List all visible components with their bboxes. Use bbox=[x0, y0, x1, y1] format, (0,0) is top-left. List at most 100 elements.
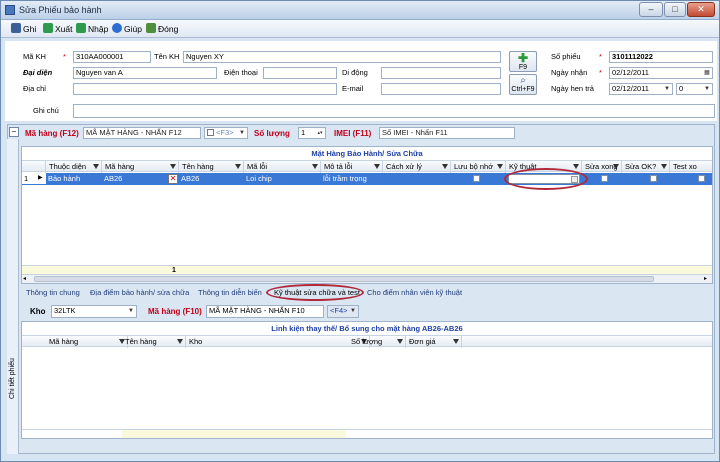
so-luong-stepper[interactable]: 1 ▴▾ bbox=[298, 127, 326, 139]
table-row[interactable]: 1 ▶ Bảo hành AB26 ✕ AB26 Loi chip lỗi tr… bbox=[22, 173, 712, 185]
column-header[interactable]: Kho bbox=[186, 336, 370, 348]
close-window-button[interactable]: ✕ bbox=[687, 2, 715, 17]
required-mark: * bbox=[599, 52, 602, 61]
di-dong-field[interactable] bbox=[381, 67, 501, 79]
chevron-down-icon[interactable]: ▼ bbox=[238, 129, 246, 137]
dia-chi-label: Địa chỉ bbox=[23, 84, 46, 93]
hour-select[interactable]: 0 ▼ bbox=[676, 83, 713, 95]
chevron-left-icon[interactable]: ◂ bbox=[23, 276, 26, 282]
side-tab-label: Chi tiết phiếu bbox=[9, 358, 16, 399]
filter-icon[interactable] bbox=[235, 164, 241, 169]
column-header[interactable]: Test xo bbox=[670, 161, 712, 173]
minimize-button[interactable]: – bbox=[639, 2, 663, 17]
collapse-toggle[interactable]: − bbox=[9, 127, 19, 137]
checkbox[interactable] bbox=[207, 129, 214, 136]
required-mark: * bbox=[63, 52, 66, 61]
filter-icon[interactable] bbox=[613, 164, 619, 169]
ngay-nhan-field[interactable]: 02/12/2011 ▦ bbox=[609, 67, 713, 79]
help-button[interactable]: Giúp bbox=[112, 23, 142, 35]
export-button[interactable]: Xuất bbox=[43, 23, 73, 35]
ma-hang-f12-label: Mã hàng (F12) bbox=[25, 129, 79, 138]
row-number: 1 bbox=[22, 173, 36, 184]
column-header[interactable]: Thuộc diện bbox=[46, 161, 102, 173]
dai-dien-field[interactable]: Nguyen van A bbox=[73, 67, 217, 79]
tab-dien-bien[interactable]: Thông tin diễn biến bbox=[198, 288, 262, 297]
filter-icon[interactable] bbox=[497, 164, 503, 169]
maximize-button[interactable]: □ bbox=[664, 2, 686, 17]
window-title: Sửa Phiếu bảo hành bbox=[19, 5, 102, 15]
ghi-chu-field[interactable] bbox=[73, 104, 715, 118]
tab-cho-diem[interactable]: Cho điểm nhân viên kỹ thuật bbox=[367, 288, 462, 297]
column-header[interactable]: Cách xử lý bbox=[383, 161, 451, 173]
spinner-icon[interactable]: ▴▾ bbox=[316, 129, 324, 137]
f3-lookup[interactable]: <F3> ▼ bbox=[204, 127, 248, 139]
delete-icon[interactable]: ✕ bbox=[168, 174, 178, 184]
luu-bo-nho-checkbox[interactable] bbox=[473, 175, 480, 182]
ma-hang-cell[interactable]: AB26 bbox=[102, 173, 168, 184]
import-button[interactable]: Nhập bbox=[76, 23, 108, 35]
dia-chi-field[interactable] bbox=[73, 83, 337, 95]
f9-button[interactable]: ✚ F9 bbox=[509, 51, 537, 72]
chevron-down-icon[interactable]: ▼ bbox=[663, 85, 671, 93]
imei-input[interactable]: Số IMEI - Nhấn F11 bbox=[379, 127, 515, 139]
email-field[interactable] bbox=[381, 83, 501, 95]
column-header[interactable]: Tên hàng bbox=[122, 336, 186, 348]
chevron-down-icon[interactable]: ▼ bbox=[127, 307, 135, 315]
column-header[interactable]: Số lượng bbox=[348, 336, 406, 348]
chevron-down-icon[interactable]: ▼ bbox=[703, 85, 711, 93]
column-header[interactable]: Sửa xong bbox=[582, 161, 622, 173]
grid-title: Mặt Hàng Bảo Hành/ Sửa Chữa bbox=[311, 149, 423, 158]
filter-icon[interactable] bbox=[374, 164, 380, 169]
column-header[interactable]: Sửa OK? bbox=[622, 161, 670, 173]
column-header[interactable]: Đơn giá bbox=[406, 336, 462, 348]
ngay-hen-tra-field[interactable]: 02/12/2011 ▼ bbox=[609, 83, 673, 95]
kho-select[interactable]: 32LTK ▼ bbox=[51, 305, 137, 318]
grid-footer: 1 bbox=[22, 265, 712, 274]
sua-ok-checkbox[interactable] bbox=[650, 175, 657, 182]
thuoc-dien-cell[interactable]: Bảo hành bbox=[46, 173, 102, 184]
calendar-icon[interactable]: ▦ bbox=[703, 69, 711, 77]
ten-hang-cell[interactable]: AB26 bbox=[179, 173, 244, 184]
test-checkbox[interactable] bbox=[698, 175, 705, 182]
save-button[interactable]: Ghi bbox=[11, 23, 36, 35]
sua-xong-checkbox[interactable] bbox=[601, 175, 608, 182]
column-header[interactable]: Tên hàng bbox=[179, 161, 244, 173]
tab-dia-diem[interactable]: Địa điểm bảo hành/ sửa chữa bbox=[90, 288, 189, 297]
filter-icon[interactable] bbox=[573, 164, 579, 169]
column-header[interactable]: Mã lỗi bbox=[244, 161, 321, 173]
filter-icon[interactable] bbox=[661, 164, 667, 169]
ctrl-f9-button[interactable]: ⌕ Ctrl+F9 bbox=[509, 74, 537, 95]
ma-kh-label: Mã KH bbox=[23, 52, 46, 61]
side-tab[interactable]: Chi tiết phiếu bbox=[7, 139, 19, 454]
f4-lookup[interactable]: <F4> ▼ bbox=[327, 305, 359, 318]
column-header[interactable]: Mã hàng bbox=[46, 336, 128, 348]
imei-label: IMEI (F11) bbox=[334, 129, 372, 138]
ma-hang-input[interactable]: MÃ MẶT HÀNG - NHẤN F12 bbox=[83, 127, 201, 139]
ma-hang-f10-input[interactable]: MÃ MẶT HÀNG - NHẤN F10 bbox=[206, 305, 324, 318]
chevron-right-icon[interactable]: ▸ bbox=[704, 276, 707, 282]
ma-kh-field[interactable]: 310AA000001 bbox=[73, 51, 151, 63]
filter-icon[interactable] bbox=[177, 339, 183, 344]
parts-grid: Linh kiện thay thế/ Bổ sung cho mặt hàng… bbox=[21, 321, 713, 439]
filter-icon[interactable] bbox=[397, 339, 403, 344]
close-button[interactable]: Đóng bbox=[146, 23, 178, 35]
mo-ta-loi-cell[interactable]: lỗi trầm trọng bbox=[321, 173, 383, 184]
ma-loi-cell[interactable]: Loi chip bbox=[244, 173, 321, 184]
filter-icon[interactable] bbox=[170, 164, 176, 169]
column-header[interactable]: Mã hàng bbox=[102, 161, 179, 173]
scrollbar-thumb[interactable] bbox=[34, 276, 654, 282]
dien-thoai-field[interactable] bbox=[263, 67, 337, 79]
column-header[interactable]: Lưu bộ nhớ bbox=[451, 161, 506, 173]
column-header[interactable]: Mô tả lỗi bbox=[321, 161, 383, 173]
filter-icon[interactable] bbox=[93, 164, 99, 169]
filter-icon[interactable] bbox=[442, 164, 448, 169]
horizontal-scrollbar[interactable]: ◂ ▸ bbox=[22, 274, 712, 283]
dai-dien-label: Đại diện bbox=[23, 68, 53, 77]
ghi-chu-label: Ghi chú bbox=[33, 106, 59, 115]
so-phieu-field[interactable]: 3101112022 bbox=[609, 51, 713, 63]
filter-icon[interactable] bbox=[312, 164, 318, 169]
chevron-down-icon[interactable]: ▼ bbox=[349, 307, 357, 315]
filter-icon[interactable] bbox=[453, 339, 459, 344]
ten-kh-field[interactable]: Nguyen XY bbox=[183, 51, 501, 63]
tab-thong-tin-chung[interactable]: Thông tin chung bbox=[26, 288, 80, 297]
